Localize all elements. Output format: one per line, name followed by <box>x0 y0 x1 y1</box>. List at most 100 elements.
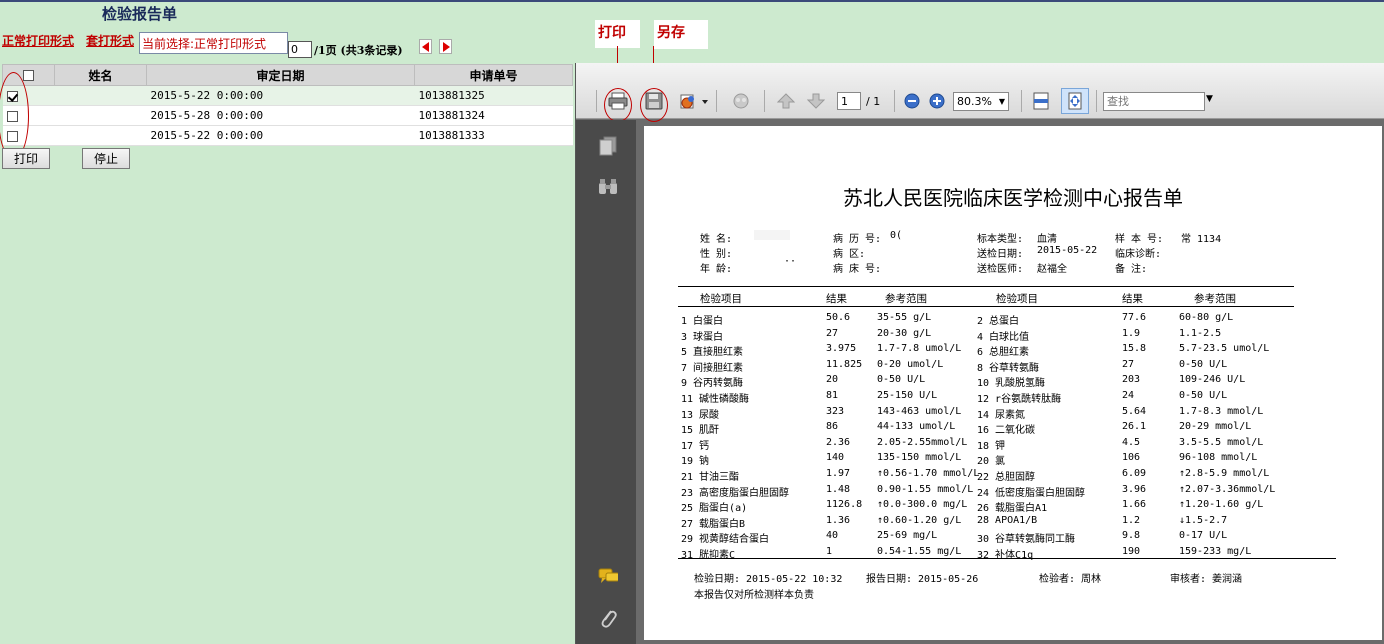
result-range: ↑0.60-1.20 g/L <box>877 514 962 526</box>
column-header-id[interactable]: 申请单号 <box>414 64 573 86</box>
footer-note: 本报告仅对所检测样本负责 <box>694 590 814 601</box>
row-id: 1013881333 <box>414 125 573 146</box>
current-selection-display: 当前选择:正常打印形式 <box>139 32 288 54</box>
info-sample-no-label: 样 本 号: <box>1115 234 1164 245</box>
collaborate-icon <box>733 93 749 109</box>
toolbar-separator <box>1096 90 1097 112</box>
column-header-name[interactable]: 姓名 <box>54 64 147 86</box>
table-row[interactable]: 2015-5-22 0:00:00 1013881333 <box>2 125 573 146</box>
prev-page-button[interactable] <box>419 39 432 54</box>
result-range: 1.1-2.5 <box>1179 327 1222 339</box>
top-border <box>0 0 1384 2</box>
zoom-out-icon <box>904 93 920 109</box>
comment-icon <box>598 568 618 583</box>
result-value: 106 <box>1122 452 1141 464</box>
overlay-print-mode-link[interactable]: 套打形式 <box>86 32 134 49</box>
binoculars-icon <box>599 179 617 194</box>
result-range: 2.05-2.55mmol/L <box>877 436 968 448</box>
result-range: 60-80 g/L <box>1179 312 1234 323</box>
result-value: 15.8 <box>1122 343 1147 355</box>
page-number-input[interactable] <box>288 41 312 58</box>
result-value: 1 <box>826 546 833 557</box>
result-range: ↑0.56-1.70 mmol/L <box>877 468 980 479</box>
result-item-name: 23 高密度脂蛋白胆固醇 <box>681 487 790 499</box>
zoom-level-value: 80.3% <box>957 95 992 108</box>
pdf-page-number-input[interactable] <box>837 92 861 110</box>
result-item-name: 14 尿素氮 <box>977 409 1026 421</box>
result-item-name: 12 r谷氨酰转肽酶 <box>977 394 1062 405</box>
result-value: 2.36 <box>826 436 851 448</box>
result-value: 50.6 <box>826 312 851 323</box>
table-row[interactable]: 2015-5-22 0:00:00 1013881325 <box>2 85 573 106</box>
toolbar-separator <box>1021 90 1022 112</box>
fit-page-button[interactable] <box>1061 88 1089 114</box>
info-age-value: ·· <box>784 256 797 267</box>
attachments-panel-button[interactable] <box>598 176 618 196</box>
result-range: 159-233 mg/L <box>1179 546 1252 557</box>
result-item-name: 11 碱性磷酸酶 <box>681 394 750 405</box>
pdf-navigation-panel <box>576 120 636 644</box>
result-item-name: 16 二氧化碳 <box>977 425 1036 437</box>
result-item-name: 29 视黄醇结合蛋白 <box>681 534 770 546</box>
result-range: 20-30 g/L <box>877 327 932 339</box>
normal-print-mode-link[interactable]: 正常打印形式 <box>2 32 74 49</box>
column-header-date[interactable]: 审定日期 <box>146 64 415 86</box>
result-value: 3.975 <box>826 343 857 355</box>
result-range: ↑0.0-300.0 mg/L <box>877 499 968 511</box>
table-header-row: 姓名 审定日期 申请单号 <box>2 64 573 86</box>
result-range: 3.5-5.5 mmol/L <box>1179 436 1264 448</box>
pdf-collaborate-button[interactable] <box>729 90 753 112</box>
footer-report-date: 报告日期: 2015-05-26 <box>866 574 979 585</box>
info-diagnosis-label: 临床诊断: <box>1115 249 1162 260</box>
toolbar-separator <box>596 90 597 112</box>
zoom-in-button[interactable] <box>925 90 949 112</box>
result-item-name: 15 肌酐 <box>681 425 720 437</box>
checkbox-highlight-oval <box>0 72 29 160</box>
info-sample-no: 常 1134 <box>1181 234 1222 245</box>
info-name-label: 姓 名: <box>700 234 733 245</box>
zoom-out-button[interactable] <box>900 90 924 112</box>
pdf-share-button[interactable] <box>676 90 710 112</box>
select-all-checkbox[interactable] <box>23 70 34 81</box>
result-range: 0-17 U/L <box>1179 530 1228 542</box>
toolbar-separator <box>894 90 895 112</box>
next-page-button[interactable] <box>439 39 452 54</box>
arrow-left-icon <box>421 41 429 52</box>
result-item-name: 19 钠 <box>681 456 710 468</box>
pdf-prev-page-button[interactable] <box>774 90 798 112</box>
fit-page-icon <box>1068 92 1082 110</box>
result-item-name: 8 谷草转氨酶 <box>977 362 1040 374</box>
result-header: 参考范围 <box>885 293 927 305</box>
result-value: 4.5 <box>1122 436 1141 448</box>
pdf-next-page-button[interactable] <box>804 90 828 112</box>
chevron-down-icon[interactable]: ▼ <box>1206 94 1213 104</box>
arrow-right-icon <box>442 41 450 52</box>
find-input[interactable] <box>1103 92 1205 111</box>
arrow-down-icon <box>807 93 825 109</box>
info-name-value <box>754 230 790 243</box>
attachment-button[interactable] <box>598 608 618 628</box>
result-range: 25-150 U/L <box>877 390 938 401</box>
pdf-page-total: / 1 <box>866 95 881 108</box>
save-highlight-oval <box>640 88 668 122</box>
footer-reviewer: 审核者: 姜润涵 <box>1170 574 1243 585</box>
chevron-down-icon: ▼ <box>998 97 1005 106</box>
result-value: 140 <box>826 452 845 464</box>
info-gender-label: 性 别: <box>700 249 733 260</box>
print-button[interactable]: 打印 <box>2 148 50 169</box>
pdf-document-page: 苏北人民医院临床医学检测中心报告单 姓 名: 病 历 号: 0( 标本类型: 血… <box>644 126 1382 640</box>
info-ward-label: 病 区: <box>833 249 866 260</box>
row-date: 2015-5-28 0:00:00 <box>146 105 415 126</box>
stop-button[interactable]: 停止 <box>82 148 130 169</box>
table-row[interactable]: 2015-5-28 0:00:00 1013881324 <box>2 105 573 126</box>
pdf-viewer: / 1 80.3% ▼ ▼ <box>575 63 1384 644</box>
row-name <box>54 85 147 106</box>
fit-width-button[interactable] <box>1029 90 1053 112</box>
result-item-name: 4 白球比值 <box>977 331 1030 343</box>
pages-panel-button[interactable] <box>598 136 618 156</box>
row-name <box>54 125 147 146</box>
result-value: 5.64 <box>1122 405 1147 417</box>
row-name <box>54 105 147 126</box>
zoom-level-select[interactable]: 80.3% ▼ <box>953 92 1009 111</box>
comments-panel-button[interactable] <box>598 566 618 586</box>
